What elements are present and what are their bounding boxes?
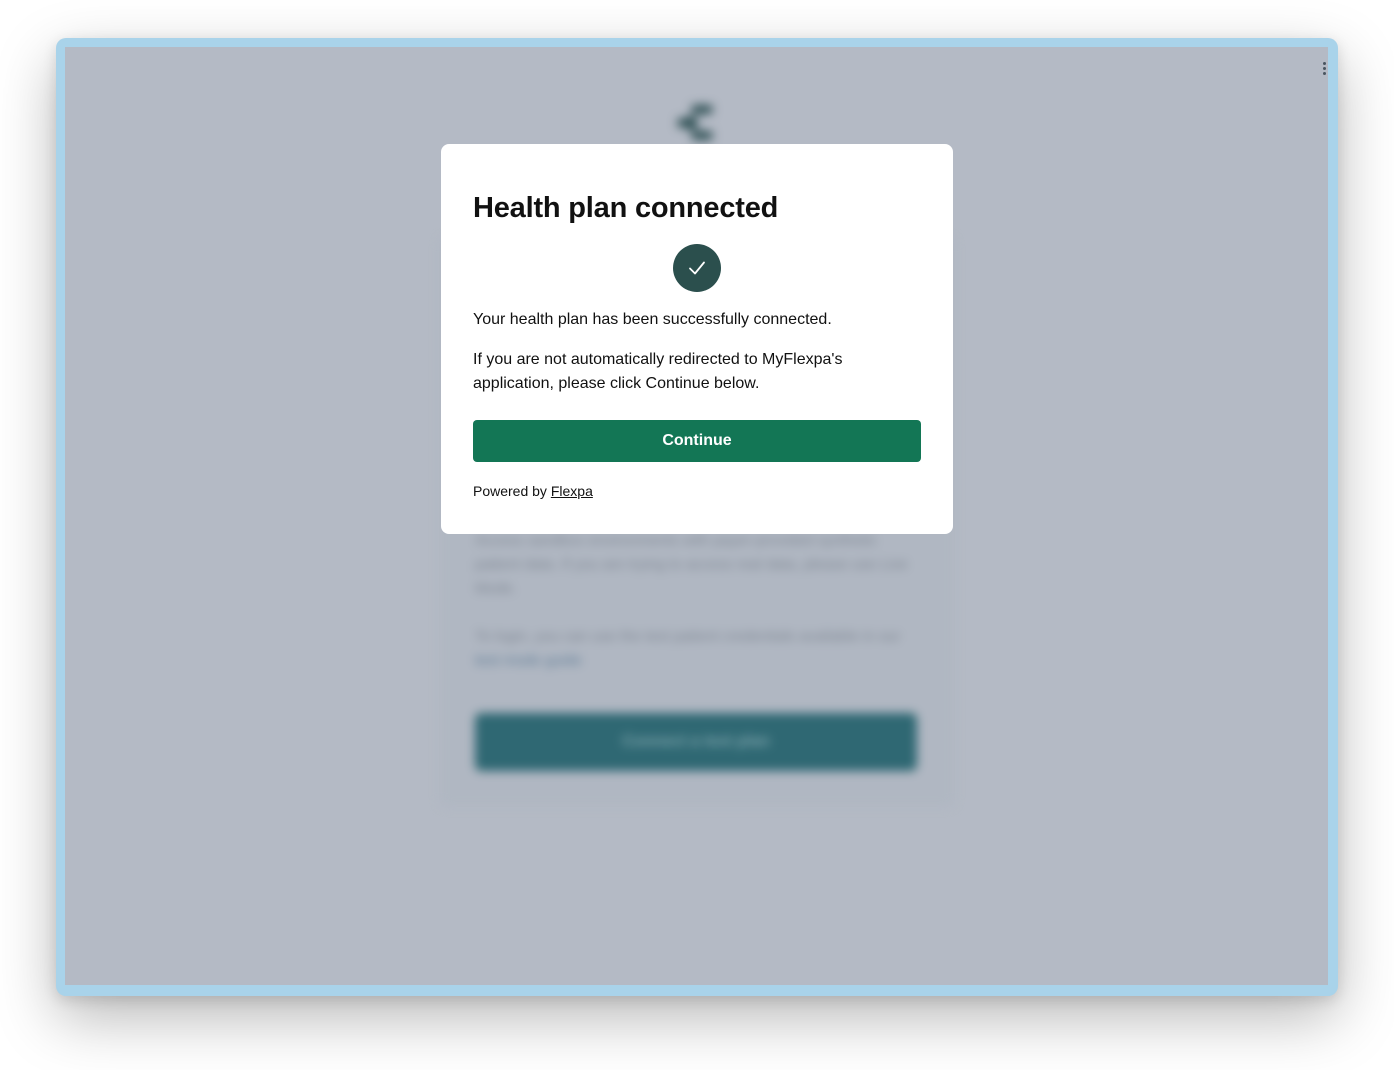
flexpa-link[interactable]: Flexpa [551,483,593,499]
page-viewport: Access sandbox environments with payer-p… [65,47,1328,985]
modal-title: Health plan connected [473,192,779,224]
connection-success-modal: Health plan connected Your health plan h… [441,144,953,534]
checkmark-icon [673,244,721,292]
background-paragraph-1: Access sandbox environments with payer-p… [475,532,908,597]
redirect-message: If you are not automatically redirected … [473,351,843,392]
flexpa-logo [677,105,721,145]
test-mode-guide-link: test mode guide [475,652,582,669]
continue-button[interactable]: Continue [473,420,921,462]
connect-test-plan-button: Connect a test plan [475,713,917,771]
background-paragraph-2: To login, you can use the test patient c… [475,628,901,669]
more-options-icon[interactable] [1321,62,1327,75]
browser-window: Access sandbox environments with payer-p… [56,38,1338,996]
powered-by: Powered by Flexpa [473,483,593,499]
success-message: Your health plan has been successfully c… [473,311,832,328]
